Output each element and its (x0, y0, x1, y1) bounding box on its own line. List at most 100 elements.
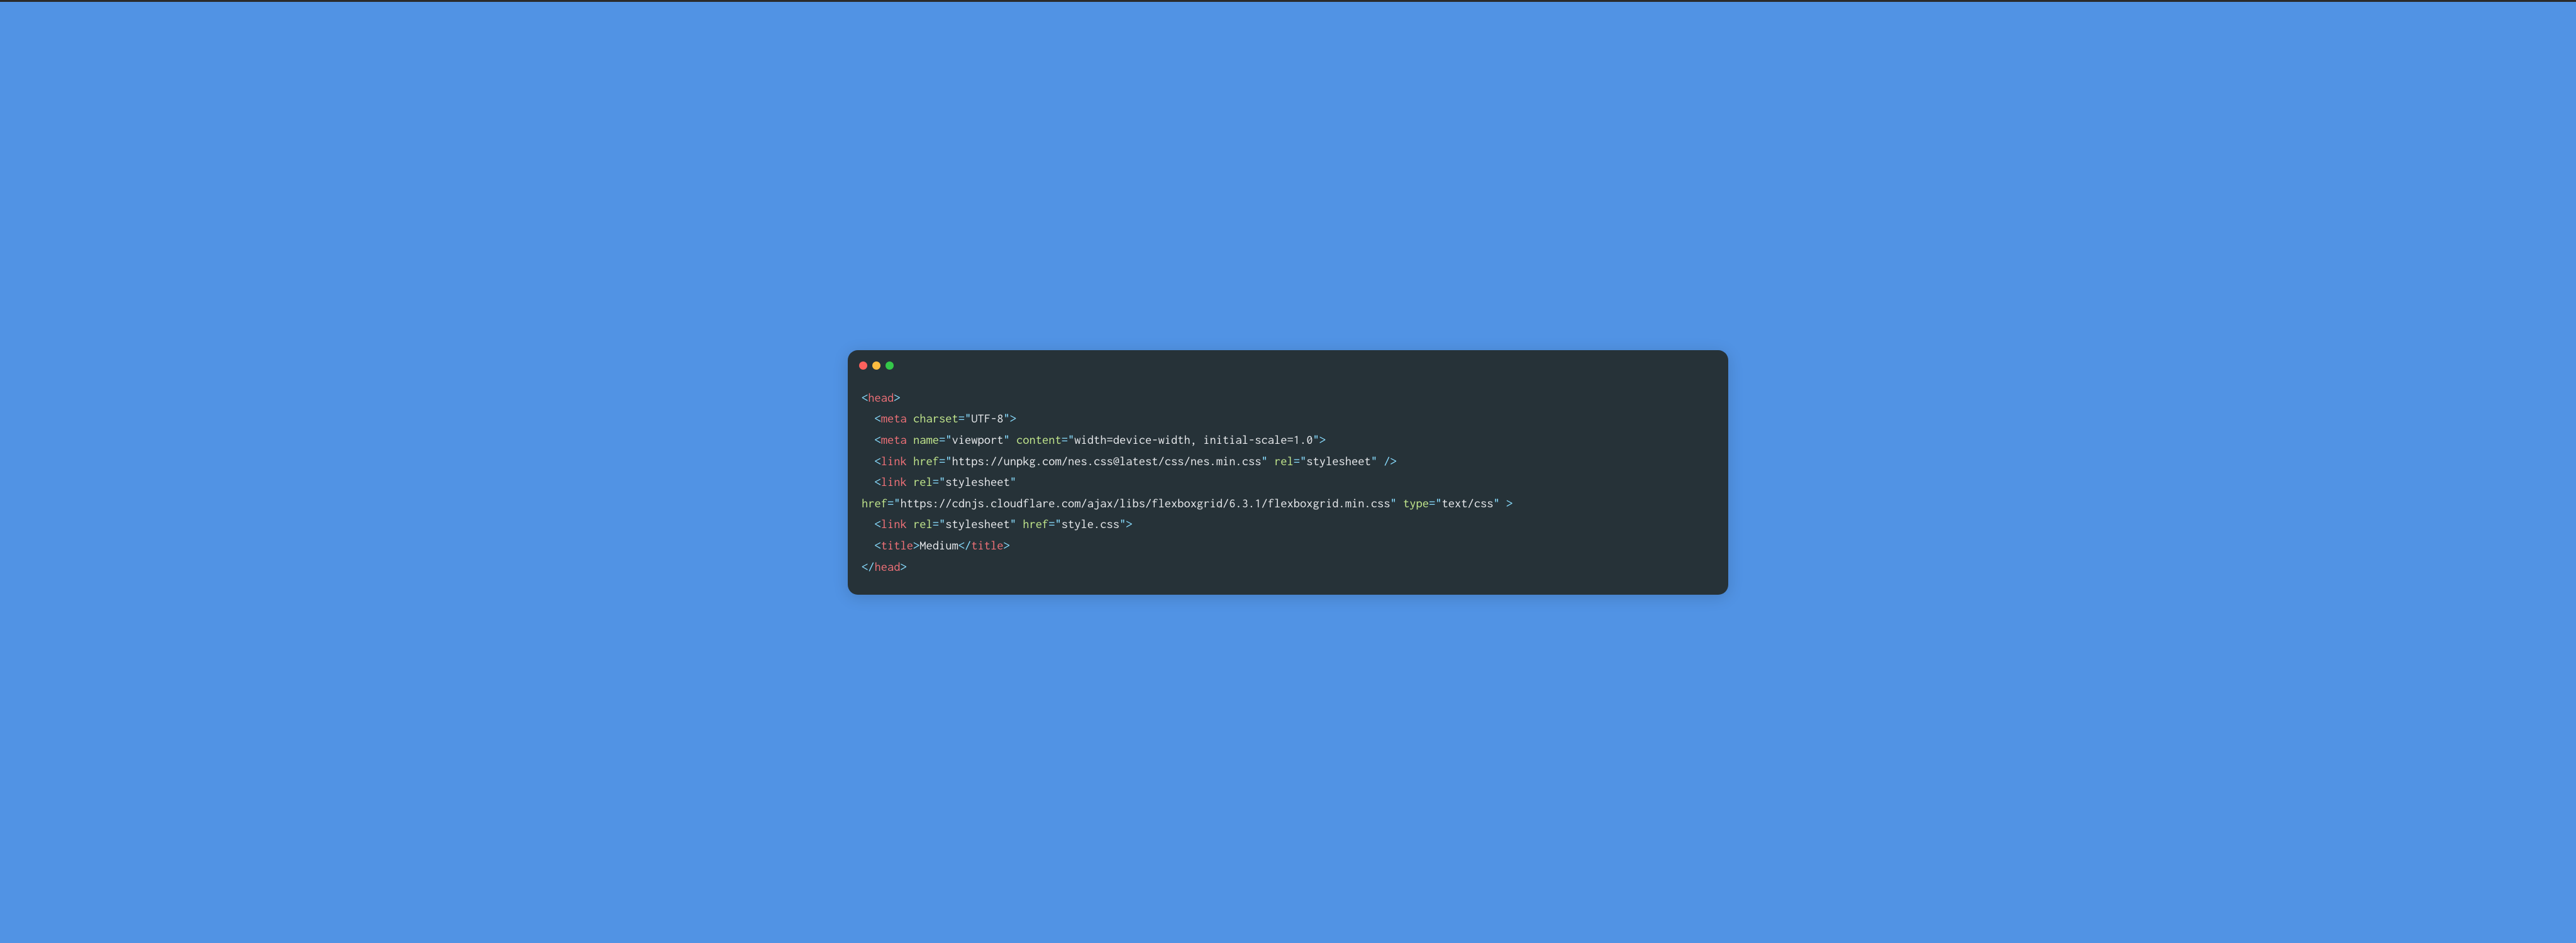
code-attr: href (862, 496, 887, 510)
code-punct: = (1429, 496, 1435, 510)
code-window: <head> <meta charset="UTF-8"> <meta name… (848, 350, 1728, 595)
code-punct: < (875, 538, 881, 552)
code-punct: " (1010, 517, 1016, 531)
code-indent (862, 517, 875, 531)
code-punct: " (1371, 454, 1377, 468)
code-tag: head (868, 390, 894, 404)
code-punct: = (887, 496, 894, 510)
code-punct: " (1119, 517, 1126, 531)
code-tag: meta (881, 411, 907, 425)
code-punct: </ (862, 560, 875, 573)
code-space (1500, 496, 1506, 510)
code-tag: head (875, 560, 901, 573)
code-punct: < (875, 454, 881, 468)
code-punct: > (1126, 517, 1132, 531)
code-punct: " (1494, 496, 1500, 510)
code-attr: rel (913, 475, 933, 488)
code-space (907, 517, 913, 531)
code-attr: href (913, 454, 939, 468)
code-punct: = (958, 411, 965, 425)
code-space (1377, 454, 1384, 468)
code-punct: > (901, 560, 907, 573)
code-string: https://unpkg.com/nes.css@latest/css/nes… (952, 454, 1262, 468)
code-punct: " (1055, 517, 1062, 531)
code-punct: > (1506, 496, 1513, 510)
maximize-icon[interactable] (886, 361, 894, 370)
code-punct: < (875, 433, 881, 446)
code-space (1268, 454, 1274, 468)
code-space (907, 454, 913, 468)
code-attr: href (1023, 517, 1048, 531)
code-punct: > (1010, 411, 1016, 425)
code-string: text/css (1442, 496, 1494, 510)
code-indent (862, 411, 875, 425)
code-punct: = (1062, 433, 1068, 446)
code-punct: " (1010, 475, 1016, 488)
code-punct: " (939, 517, 945, 531)
code-attr: content (1016, 433, 1062, 446)
code-punct: < (875, 411, 881, 425)
code-punct: " (894, 496, 900, 510)
code-string: https://cdnjs.cloudflare.com/ajax/libs/f… (901, 496, 1391, 510)
code-punct: " (1300, 454, 1306, 468)
code-content: <head> <meta charset="UTF-8"> <meta name… (848, 375, 1728, 595)
code-text: Medium (919, 538, 958, 552)
code-string: UTF-8 (971, 411, 1003, 425)
code-string: stylesheet (945, 517, 1010, 531)
code-string: style.css (1062, 517, 1119, 531)
code-punct: = (939, 454, 945, 468)
code-string: viewport (952, 433, 1004, 446)
code-indent (862, 538, 875, 552)
code-string: width=device-width, initial-scale=1.0 (1074, 433, 1313, 446)
code-punct: = (933, 475, 939, 488)
code-punct: " (939, 475, 945, 488)
code-punct: " (1391, 496, 1397, 510)
code-punct: > (894, 390, 900, 404)
code-punct: " (1313, 433, 1319, 446)
code-attr: rel (1274, 454, 1294, 468)
code-space (1397, 496, 1403, 510)
close-icon[interactable] (859, 361, 867, 370)
code-punct: " (965, 411, 971, 425)
code-attr: rel (913, 517, 933, 531)
code-tag: title (881, 538, 913, 552)
code-punct: " (1068, 433, 1074, 446)
minimize-icon[interactable] (872, 361, 880, 370)
code-tag: link (881, 454, 907, 468)
code-space (907, 475, 913, 488)
code-attr: charset (913, 411, 958, 425)
code-punct: = (939, 433, 945, 446)
code-punct: " (1004, 433, 1010, 446)
code-punct: < (875, 475, 881, 488)
code-punct: " (1004, 411, 1010, 425)
code-punct: " (1262, 454, 1268, 468)
code-punct: > (1004, 538, 1010, 552)
code-tag: link (881, 475, 907, 488)
code-punct: = (933, 517, 939, 531)
code-space (907, 433, 913, 446)
code-punct: > (1319, 433, 1326, 446)
code-punct: < (862, 390, 868, 404)
code-attr: name (913, 433, 939, 446)
window-controls (848, 350, 1728, 375)
code-punct: = (1048, 517, 1055, 531)
code-punct: = (1294, 454, 1300, 468)
code-punct: " (1435, 496, 1441, 510)
code-punct: " (945, 454, 952, 468)
code-punct: > (913, 538, 919, 552)
code-indent (862, 454, 875, 468)
code-indent (862, 475, 875, 488)
code-space (1016, 517, 1023, 531)
code-tag: link (881, 517, 907, 531)
code-punct: < (875, 517, 881, 531)
code-space (1010, 433, 1016, 446)
code-punct: /> (1384, 454, 1397, 468)
code-punct: </ (958, 538, 972, 552)
code-string: stylesheet (945, 475, 1010, 488)
code-indent (862, 433, 875, 446)
code-punct: " (945, 433, 952, 446)
code-attr: type (1403, 496, 1429, 510)
code-string: stylesheet (1306, 454, 1371, 468)
code-tag: title (971, 538, 1003, 552)
code-space (907, 411, 913, 425)
